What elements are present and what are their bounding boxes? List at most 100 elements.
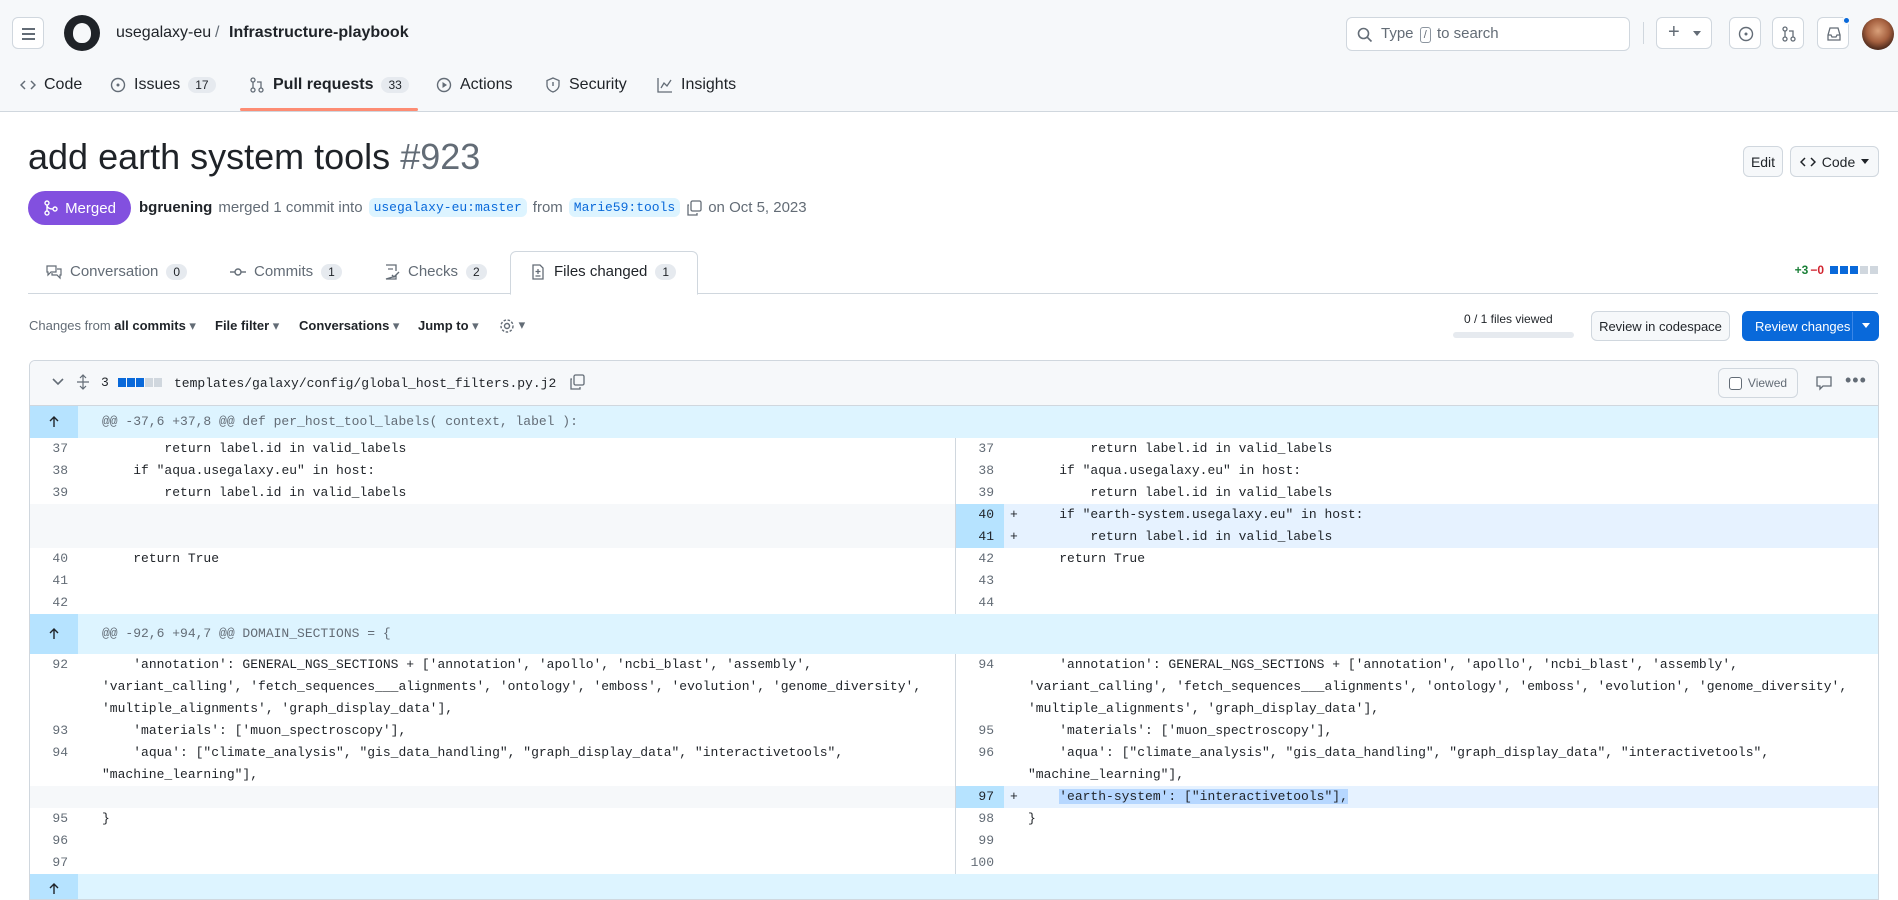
expand-lines-button[interactable] [30, 614, 78, 654]
file-filter-dropdown[interactable]: File filter ▾ [215, 318, 279, 334]
line-number[interactable]: 40 [956, 504, 1004, 526]
line-number[interactable]: 41 [956, 526, 1004, 548]
author-link[interactable]: bgruening [139, 199, 212, 216]
line-number[interactable]: 39 [956, 482, 1004, 504]
review-changes-dropdown[interactable] [1852, 312, 1878, 340]
line-number[interactable]: 99 [956, 830, 1004, 852]
tab-issues[interactable]: Issues 17 [110, 76, 216, 94]
diff-left-side [30, 786, 955, 808]
diff-right-side: 97 + 'earth-system': ["interactivetools"]… [955, 786, 1878, 808]
tab-checks[interactable]: Checks 2 [384, 263, 487, 280]
tab-insights[interactable]: Insights [657, 76, 736, 94]
conversations-dropdown[interactable]: Conversations ▾ [299, 318, 399, 334]
line-number[interactable] [30, 786, 78, 808]
line-number[interactable]: 92 [30, 654, 78, 720]
code-line: if "aqua.usegalaxy.eu" in host: [102, 463, 376, 478]
line-number[interactable]: 100 [956, 852, 1004, 874]
diff-left-side: 41 [30, 570, 955, 592]
code-line: return label.id in valid_labels [102, 485, 407, 500]
added-line-sign: + [1010, 529, 1018, 544]
tab-pull-requests[interactable]: Pull requests 33 [249, 76, 409, 94]
file-filter-label: File filter [215, 318, 270, 333]
diff-left-side: 95} [30, 808, 955, 830]
line-number[interactable]: 37 [956, 438, 1004, 460]
status-badge: Merged [28, 191, 131, 225]
line-number[interactable]: 38 [956, 460, 1004, 482]
issues-button[interactable] [1729, 17, 1761, 49]
diff-row: 40 + if "earth-system.usegalaxy.eu" in ho… [30, 504, 1878, 526]
tab-conversation[interactable]: Conversation 0 [46, 263, 188, 280]
line-number[interactable]: 95 [956, 720, 1004, 742]
line-number[interactable]: 96 [30, 830, 78, 852]
avatar[interactable] [1862, 18, 1894, 50]
pull-requests-button[interactable] [1772, 17, 1804, 49]
line-number[interactable]: 39 [30, 482, 78, 504]
plus-icon: + [1668, 21, 1680, 43]
tab-actions[interactable]: Actions [436, 76, 512, 94]
copy-icon[interactable] [569, 374, 585, 390]
expand-lines-button[interactable] [30, 874, 78, 899]
line-number[interactable]: 42 [30, 592, 78, 614]
line-number[interactable]: 37 [30, 438, 78, 460]
expand-lines-button[interactable] [30, 406, 78, 438]
line-number[interactable]: 97 [956, 786, 1004, 808]
diff-right-side: 42 return True [955, 548, 1878, 570]
diff-left-side: 92 'annotation': GENERAL_NGS_SECTIONS + … [30, 654, 955, 720]
file-path[interactable]: templates/galaxy/config/global_host_filt… [174, 376, 556, 391]
review-changes-label: Review changes [1755, 318, 1851, 334]
tab-security[interactable]: Security [545, 76, 627, 94]
line-number[interactable]: 44 [956, 592, 1004, 614]
diff-settings-button[interactable]: ▾ [499, 317, 525, 334]
diff-row: 96 99 [30, 830, 1878, 852]
line-number[interactable]: 95 [30, 808, 78, 830]
line-number[interactable]: 96 [956, 742, 1004, 786]
line-number[interactable]: 43 [956, 570, 1004, 592]
line-number[interactable]: 94 [30, 742, 78, 786]
review-changes-button[interactable]: Review changes [1742, 311, 1879, 341]
breadcrumb-owner[interactable]: usegalaxy-eu [116, 24, 211, 42]
line-number[interactable]: 41 [30, 570, 78, 592]
line-number[interactable]: 98 [956, 808, 1004, 830]
diff-row: 40 return True 42 return True [30, 548, 1878, 570]
tab-commits[interactable]: Commits 1 [230, 263, 342, 280]
line-number[interactable]: 38 [30, 460, 78, 482]
diff-left-side: 96 [30, 830, 955, 852]
code-button[interactable]: Code [1790, 146, 1879, 177]
diff-right-side: 94 'annotation': GENERAL_NGS_SECTIONS + … [955, 654, 1878, 720]
line-number[interactable]: 42 [956, 548, 1004, 570]
line-number[interactable]: 94 [956, 654, 1004, 720]
tab-files-changed[interactable]: Files changed 1 [530, 263, 677, 280]
changes-from-dropdown[interactable]: Changes from all commits ▾ [29, 318, 196, 334]
tab-code[interactable]: Code [20, 76, 82, 94]
code-line: } [102, 811, 110, 826]
tab-conversation-label: Conversation [70, 263, 159, 280]
tab-insights-label: Insights [681, 76, 737, 93]
review-in-codespace-button[interactable]: Review in codespace [1591, 311, 1730, 341]
menu-button[interactable] [12, 17, 44, 49]
breadcrumb-repo[interactable]: Infrastructure-playbook [229, 24, 409, 42]
edit-button[interactable]: Edit [1743, 146, 1783, 177]
checkbox-box[interactable] [1728, 376, 1742, 390]
kebab-horizontal-icon[interactable]: ••• [1845, 370, 1867, 391]
diffstat-block [1860, 266, 1868, 274]
search-input[interactable]: Type / to search [1346, 17, 1630, 51]
line-number[interactable]: 93 [30, 720, 78, 742]
github-logo-icon[interactable] [64, 15, 100, 51]
head-branch[interactable]: Marie59:tools [568, 198, 681, 217]
diff-left-side: 42 [30, 592, 955, 614]
line-number[interactable]: 97 [30, 852, 78, 874]
copy-icon[interactable] [686, 199, 702, 216]
diff-row: 37 return label.id in valid_labels 37 ret… [30, 438, 1878, 460]
base-branch[interactable]: usegalaxy-eu:master [368, 198, 527, 217]
jump-to-dropdown[interactable]: Jump to ▾ [418, 318, 479, 334]
chevron-down-icon[interactable] [52, 378, 64, 386]
line-number[interactable] [30, 526, 78, 548]
line-number[interactable]: 40 [30, 548, 78, 570]
unfold-icon[interactable] [76, 374, 90, 390]
comment-icon[interactable] [1816, 375, 1832, 391]
diff-right-side: 100 [955, 852, 1878, 874]
viewed-checkbox[interactable]: Viewed [1718, 368, 1798, 398]
create-new-button[interactable]: + [1656, 17, 1712, 49]
line-number[interactable] [30, 504, 78, 526]
diffstat-block [118, 378, 126, 387]
